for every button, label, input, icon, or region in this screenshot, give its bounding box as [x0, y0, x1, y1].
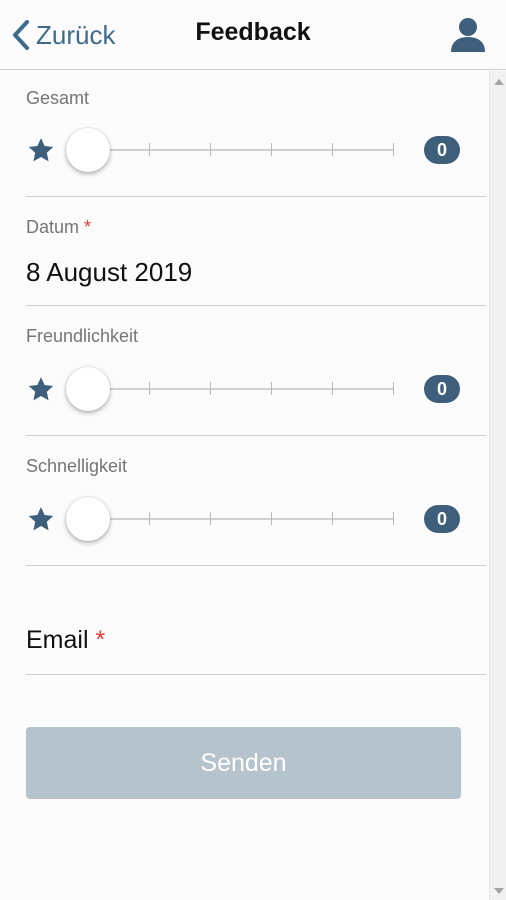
friendliness-slider-track[interactable]: [88, 382, 394, 395]
slider-tick: [332, 143, 333, 156]
overall-value-badge: 0: [424, 136, 460, 164]
date-value[interactable]: 8 August 2019: [26, 257, 192, 288]
speed-slider-row: 0: [26, 497, 486, 541]
slider-tick: [149, 512, 150, 525]
user-icon[interactable]: [449, 16, 487, 54]
friendliness-label: Freundlichkeit: [26, 326, 139, 346]
slider-tick: [210, 512, 211, 525]
overall-label: Gesamt: [26, 88, 90, 108]
submit-button[interactable]: Senden: [26, 727, 461, 799]
slider-tick: [393, 512, 394, 525]
speed-slider-thumb[interactable]: [66, 497, 110, 541]
slider-tick: [271, 143, 272, 156]
slider-tick: [210, 143, 211, 156]
overall-slider-thumb[interactable]: [66, 128, 110, 172]
star-icon: [28, 507, 54, 531]
scroll-up-arrow-icon[interactable]: [494, 79, 504, 85]
speed-label: Schnelligkeit: [26, 456, 128, 476]
friendliness-slider-thumb[interactable]: [66, 367, 110, 411]
scroll-down-arrow-icon[interactable]: [494, 888, 504, 894]
friendliness-slider-row: 0: [26, 367, 486, 411]
slider-tick: [393, 143, 394, 156]
email-field[interactable]: Email *: [26, 566, 486, 675]
overall-slider-row: 0: [26, 128, 486, 172]
slider-tick: [393, 382, 394, 395]
speed-rating-field: Schnelligkeit 0: [26, 436, 486, 566]
slider-tick: [271, 512, 272, 525]
slider-tick: [271, 382, 272, 395]
speed-slider-track[interactable]: [88, 512, 394, 525]
friendliness-rating-field: Freundlichkeit 0: [26, 306, 486, 436]
date-field[interactable]: Datum * 8 August 2019: [26, 197, 486, 306]
star-icon: [28, 138, 54, 162]
app-header: Zurück Feedback: [0, 0, 506, 70]
page-title: Feedback: [195, 18, 311, 46]
speed-value-badge: 0: [424, 505, 460, 533]
friendliness-value-badge: 0: [424, 375, 460, 403]
slider-tick: [210, 382, 211, 395]
slider-tick: [332, 382, 333, 395]
slider-tick: [149, 382, 150, 395]
overall-slider-track[interactable]: [88, 143, 394, 156]
required-mark: *: [84, 217, 92, 237]
slider-tick: [149, 143, 150, 156]
overall-rating-field: Gesamt 0: [26, 88, 486, 197]
star-icon: [28, 377, 54, 401]
slider-tick: [332, 512, 333, 525]
required-mark: *: [95, 626, 106, 654]
scrollbar[interactable]: [489, 71, 506, 900]
email-label[interactable]: Email *: [26, 626, 105, 655]
date-label: Datum *: [26, 217, 92, 237]
